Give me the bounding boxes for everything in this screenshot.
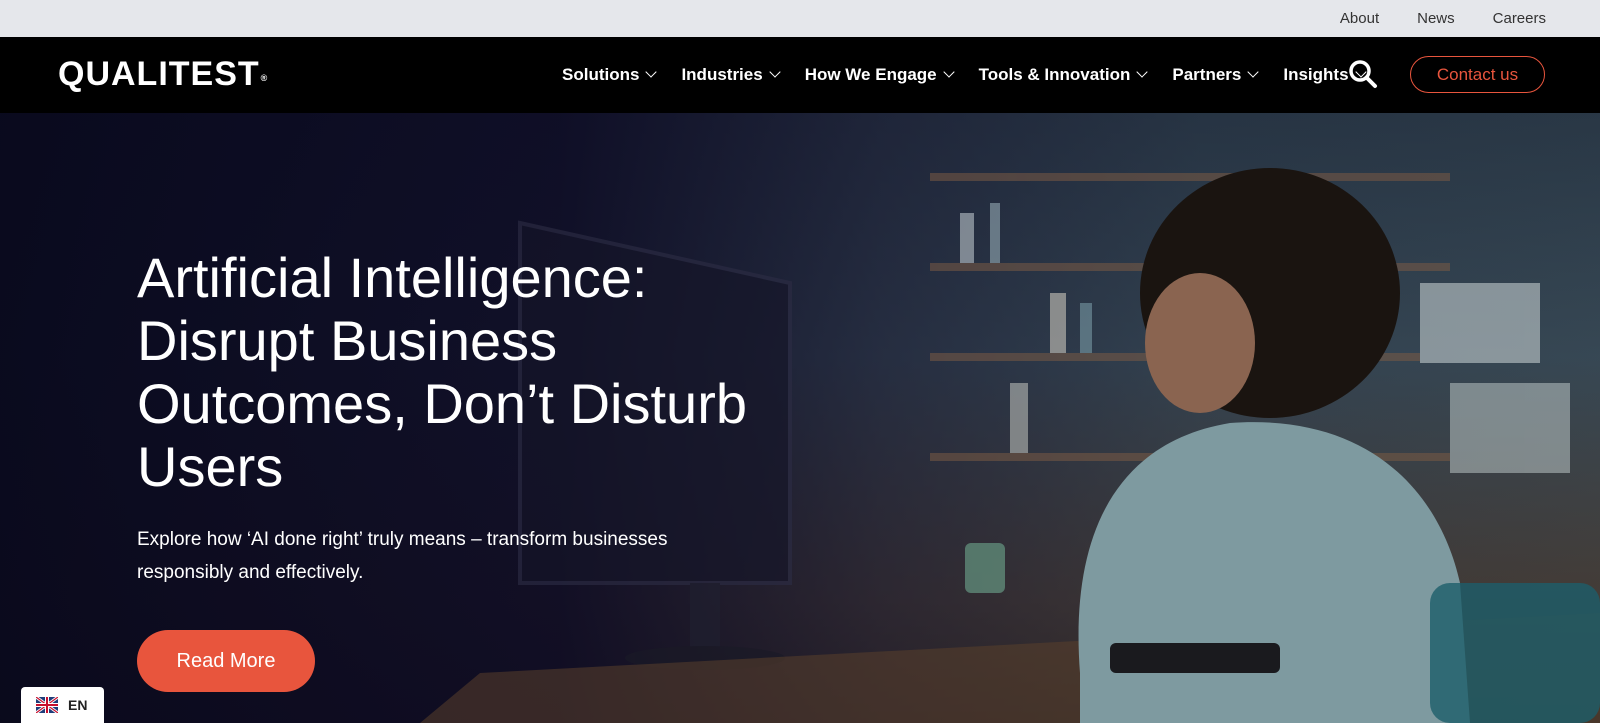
nav-item-label: Partners <box>1172 65 1242 84</box>
qualitest-logo[interactable]: QUALITEST® <box>58 54 268 94</box>
news-link[interactable]: News <box>1417 10 1455 27</box>
nav-item-how-we-engage[interactable]: How We Engage <box>804 65 955 85</box>
main-navigation: QUALITEST® Solutions Industries How We E… <box>0 37 1600 113</box>
nav-item-industries[interactable]: Industries <box>681 65 781 85</box>
utility-bar: About News Careers <box>0 0 1600 37</box>
contact-us-button[interactable]: Contact us <box>1410 56 1545 93</box>
nav-item-solutions[interactable]: Solutions <box>562 65 658 85</box>
chevron-down-icon <box>769 66 781 78</box>
nav-item-label: Insights <box>1283 65 1349 84</box>
hero-headline: Artificial Intelligence: Disrupt Busines… <box>137 246 747 498</box>
language-code: EN <box>68 697 88 713</box>
nav-item-partners[interactable]: Partners <box>1172 65 1260 85</box>
chevron-down-icon <box>1247 66 1260 78</box>
careers-link[interactable]: Careers <box>1493 10 1546 27</box>
read-more-button[interactable]: Read More <box>137 630 315 692</box>
nav-menu: Solutions Industries How We Engage Tools… <box>562 37 1391 113</box>
brand-name: QUALITEST <box>58 55 260 93</box>
chevron-down-icon <box>942 66 955 78</box>
uk-flag-icon <box>35 695 59 715</box>
language-switcher[interactable]: EN <box>21 687 104 723</box>
nav-item-label: How We Engage <box>804 65 937 84</box>
nav-item-label: Solutions <box>562 65 640 84</box>
hero-subtext: Explore how ‘AI done right’ truly means … <box>137 529 668 583</box>
search-icon[interactable] <box>1348 59 1378 89</box>
chevron-down-icon <box>1136 66 1149 78</box>
nav-item-label: Tools & Innovation <box>978 65 1131 84</box>
registered-mark: ® <box>260 73 269 83</box>
chevron-down-icon <box>645 66 658 78</box>
nav-item-label: Industries <box>681 65 763 84</box>
nav-item-tools-innovation[interactable]: Tools & Innovation <box>978 65 1149 85</box>
hero-banner: Artificial Intelligence: Disrupt Busines… <box>0 113 1600 723</box>
about-link[interactable]: About <box>1340 10 1379 27</box>
